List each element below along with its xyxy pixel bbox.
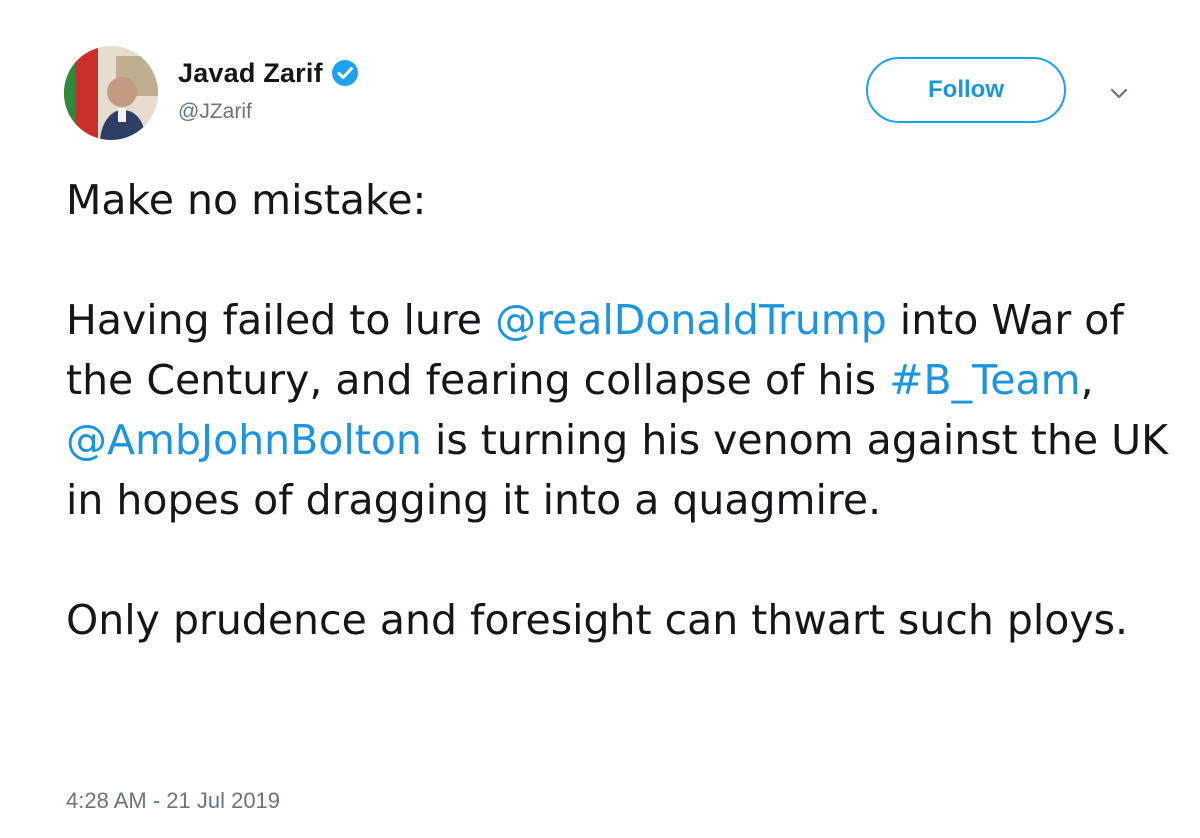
author-name-row: Javad Zarif <box>178 56 359 90</box>
verified-badge-icon <box>331 59 359 87</box>
avatar[interactable] <box>64 46 158 140</box>
tweet-text-segment: Having failed to lure <box>66 296 496 344</box>
author-handle[interactable]: @JZarif <box>178 100 252 124</box>
tweet-paragraph-2: Having failed to lure @realDonaldTrump i… <box>66 290 1176 530</box>
tweet-text-segment: , <box>1080 356 1094 404</box>
follow-button[interactable]: Follow <box>866 57 1066 123</box>
author-display-name[interactable]: Javad Zarif <box>178 58 323 89</box>
tweet-paragraph-3: Only prudence and foresight can thwart s… <box>66 596 1129 644</box>
mention-link-ambjohnbolton[interactable]: @AmbJohnBolton <box>66 416 422 464</box>
tweet-paragraph-1: Make no mistake: <box>66 176 427 224</box>
tweet-timestamp[interactable]: 4:28 AM - 21 Jul 2019 <box>66 788 280 814</box>
tweet-text: Make no mistake: Having failed to lure @… <box>66 170 1176 650</box>
chevron-down-icon[interactable] <box>1106 84 1132 104</box>
mention-link-realdonaldtrump[interactable]: @realDonaldTrump <box>495 296 887 344</box>
tweet-card: Javad Zarif @JZarif Follow Make no mista… <box>0 0 1200 838</box>
hashtag-link-b-team[interactable]: #B_Team <box>889 356 1080 404</box>
